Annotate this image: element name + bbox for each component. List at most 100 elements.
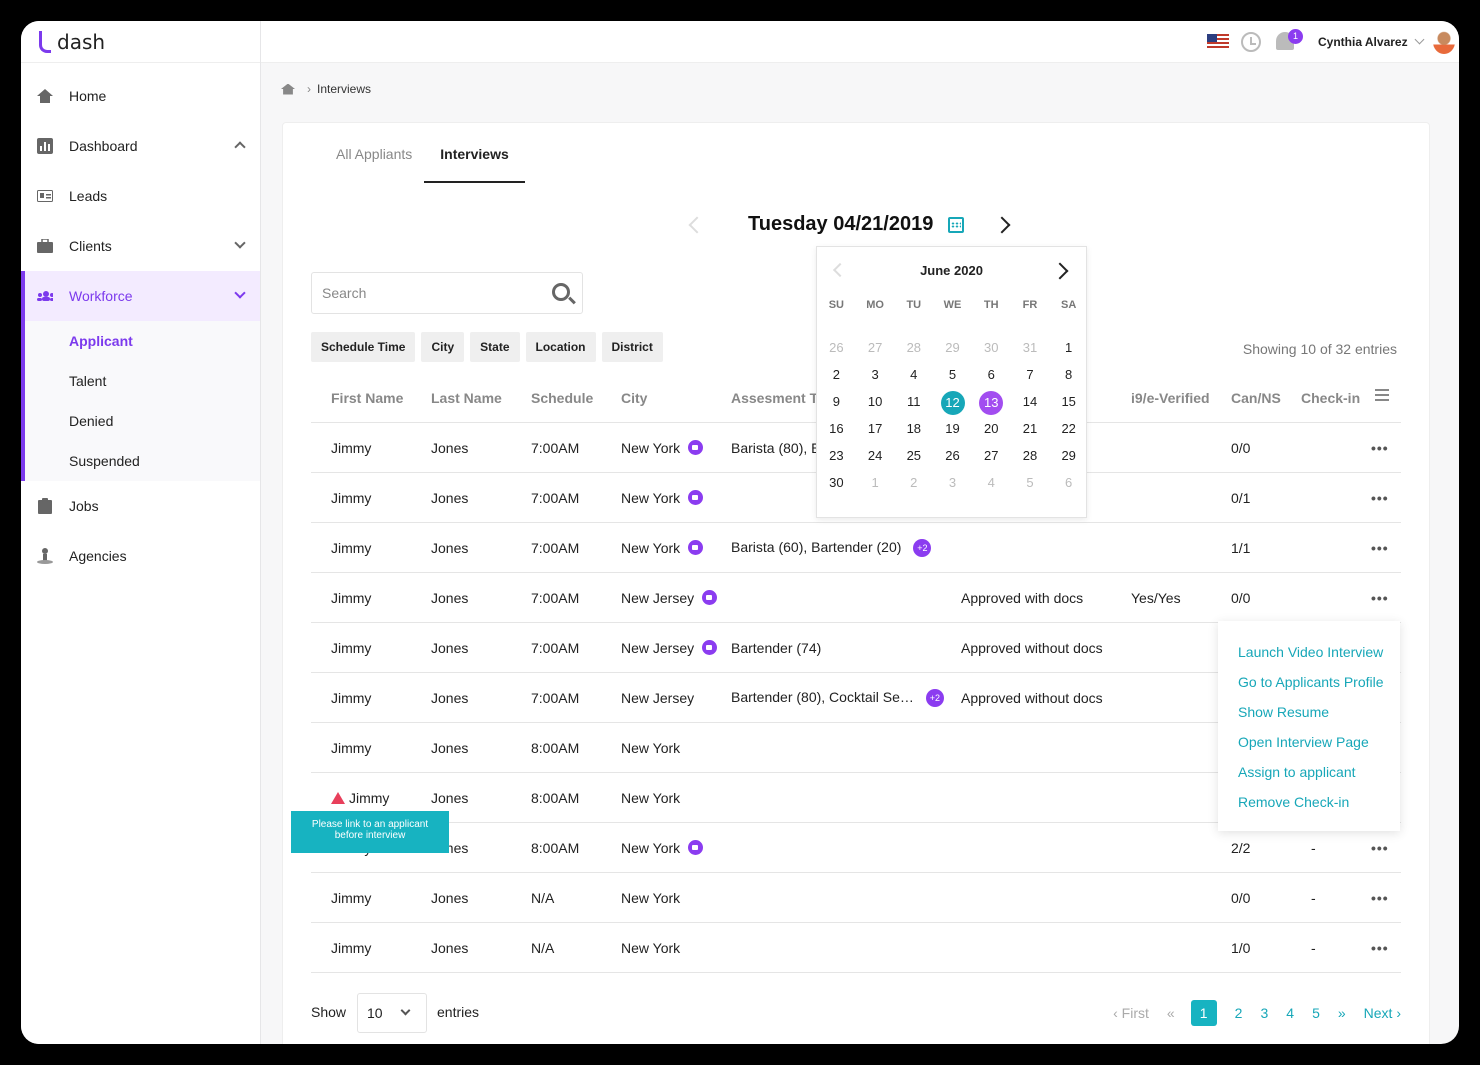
calendar-icon[interactable] bbox=[948, 217, 964, 233]
calendar-day[interactable]: 26 bbox=[817, 337, 856, 364]
calendar-day[interactable]: 25 bbox=[894, 445, 933, 472]
calendar-day[interactable]: 5 bbox=[1011, 472, 1050, 499]
pager-page-4[interactable]: 4 bbox=[1286, 1005, 1294, 1021]
sidebar-subitem-applicant[interactable]: Applicant bbox=[25, 321, 260, 361]
calendar-day[interactable]: 29 bbox=[933, 337, 972, 364]
calendar-day[interactable]: 19 bbox=[933, 418, 972, 445]
calendar-day[interactable]: 2 bbox=[894, 472, 933, 499]
calendar-day[interactable]: 4 bbox=[894, 364, 933, 391]
calendar-day[interactable]: 30 bbox=[817, 472, 856, 499]
calendar-day[interactable]: 1 bbox=[856, 472, 895, 499]
row-more-icon[interactable]: ••• bbox=[1371, 590, 1389, 606]
filter-schedule-time[interactable]: Schedule Time bbox=[311, 332, 416, 362]
pager-first[interactable]: ‹ First bbox=[1113, 1005, 1149, 1021]
sidebar-item-workforce[interactable]: Workforce bbox=[21, 271, 260, 321]
video-icon[interactable] bbox=[688, 839, 704, 855]
avatar[interactable] bbox=[1433, 30, 1455, 54]
calendar-day[interactable]: 6 bbox=[1049, 472, 1088, 499]
tab-all-applicants[interactable]: All Appliants bbox=[324, 145, 424, 183]
chevron-left-icon[interactable] bbox=[688, 216, 706, 234]
row-more-icon[interactable]: ••• bbox=[1371, 490, 1389, 506]
video-icon[interactable] bbox=[702, 589, 718, 605]
column-settings-icon[interactable] bbox=[1375, 389, 1389, 401]
col-check-in[interactable]: Check-in bbox=[1301, 390, 1360, 406]
us-flag-icon[interactable] bbox=[1207, 34, 1229, 49]
calendar-day[interactable]: 29 bbox=[1049, 445, 1088, 472]
video-icon[interactable] bbox=[688, 439, 704, 455]
calendar-day[interactable]: 15 bbox=[1049, 391, 1088, 418]
calendar-day[interactable]: 3 bbox=[856, 364, 895, 391]
chevron-down-icon[interactable] bbox=[1414, 34, 1425, 45]
menu-open-interview-page[interactable]: Open Interview Page bbox=[1218, 727, 1400, 757]
video-icon[interactable] bbox=[688, 539, 704, 555]
sidebar-subitem-talent[interactable]: Talent bbox=[25, 361, 260, 401]
col-verified[interactable]: i9/e-Verified bbox=[1131, 390, 1210, 406]
search-icon[interactable] bbox=[552, 283, 570, 301]
menu-assign-to-applicant[interactable]: Assign to applicant bbox=[1218, 757, 1400, 787]
calendar-day[interactable]: 28 bbox=[894, 337, 933, 364]
calendar-day[interactable]: 12 bbox=[933, 391, 972, 418]
filter-location[interactable]: Location bbox=[525, 332, 596, 362]
pager-page-2[interactable]: 2 bbox=[1235, 1005, 1243, 1021]
calendar-day[interactable]: 10 bbox=[856, 391, 895, 418]
calendar-day[interactable]: 2 bbox=[817, 364, 856, 391]
video-icon[interactable] bbox=[702, 639, 718, 655]
sidebar-item-leads[interactable]: Leads bbox=[21, 171, 260, 221]
calendar-day[interactable]: 27 bbox=[856, 337, 895, 364]
sidebar-item-dashboard[interactable]: Dashboard bbox=[21, 121, 260, 171]
calendar-day[interactable]: 3 bbox=[933, 472, 972, 499]
logo[interactable]: dash bbox=[21, 21, 260, 63]
filter-district[interactable]: District bbox=[601, 332, 663, 362]
sidebar-item-agencies[interactable]: Agencies bbox=[21, 531, 260, 581]
calendar-day[interactable]: 31 bbox=[1011, 337, 1050, 364]
calendar-day[interactable]: 13 bbox=[972, 391, 1011, 418]
more-badge[interactable]: +2 bbox=[925, 688, 944, 707]
col-can-ns[interactable]: Can/NS bbox=[1231, 390, 1281, 406]
table-row[interactable]: Jimmy Jones 7:00AM New Jersey Approved with … bbox=[311, 573, 1401, 623]
col-first-name[interactable]: First Name bbox=[331, 390, 403, 406]
clock-icon[interactable] bbox=[1241, 32, 1261, 52]
calendar-day[interactable]: 24 bbox=[856, 445, 895, 472]
sidebar-item-home[interactable]: Home bbox=[21, 71, 260, 121]
menu-go-to-applicant-profile[interactable]: Go to Applicants Profile bbox=[1218, 667, 1400, 697]
col-city[interactable]: City bbox=[621, 390, 647, 406]
sidebar-subitem-denied[interactable]: Denied bbox=[25, 401, 260, 441]
calendar-day[interactable]: 26 bbox=[933, 445, 972, 472]
calendar-day[interactable]: 18 bbox=[894, 418, 933, 445]
chevron-right-icon[interactable] bbox=[993, 216, 1011, 234]
calendar-day[interactable]: 8 bbox=[1049, 364, 1088, 391]
calendar-day[interactable]: 1 bbox=[1049, 337, 1088, 364]
calendar-day[interactable]: 21 bbox=[1011, 418, 1050, 445]
calendar-day[interactable]: 7 bbox=[1011, 364, 1050, 391]
calendar-day[interactable]: 14 bbox=[1011, 391, 1050, 418]
calendar-day[interactable]: 28 bbox=[1011, 445, 1050, 472]
user-name[interactable]: Cynthia Alvarez bbox=[1318, 35, 1408, 49]
sidebar-item-clients[interactable]: Clients bbox=[21, 221, 260, 271]
calendar-day[interactable]: 6 bbox=[972, 364, 1011, 391]
calendar-day[interactable]: 27 bbox=[972, 445, 1011, 472]
calendar-day[interactable]: 16 bbox=[817, 418, 856, 445]
table-row[interactable]: Jimmy Jones N/A New York 1/0 - ••• bbox=[311, 923, 1401, 973]
menu-launch-video-interview[interactable]: Launch Video Interview bbox=[1218, 637, 1400, 667]
more-badge[interactable]: +2 bbox=[913, 538, 932, 557]
col-last-name[interactable]: Last Name bbox=[431, 390, 502, 406]
table-row[interactable]: Jimmy Jones N/A New York 0/0 - ••• bbox=[311, 873, 1401, 923]
tab-interviews[interactable]: Interviews bbox=[424, 145, 525, 183]
menu-remove-check-in[interactable]: Remove Check-in bbox=[1218, 787, 1400, 817]
table-row[interactable]: Jimmy Jones 7:00AM New York Barista (60), Ba… bbox=[311, 523, 1401, 573]
calendar-day[interactable]: 9 bbox=[817, 391, 856, 418]
calendar-day[interactable]: 23 bbox=[817, 445, 856, 472]
pager-prev[interactable]: « bbox=[1167, 1005, 1175, 1021]
sidebar-item-jobs[interactable]: Jobs bbox=[21, 481, 260, 531]
row-more-icon[interactable]: ••• bbox=[1371, 540, 1389, 556]
col-assessment[interactable]: Assesment T bbox=[731, 390, 818, 406]
col-schedule[interactable]: Schedule bbox=[531, 390, 593, 406]
calendar-day[interactable]: 17 bbox=[856, 418, 895, 445]
sidebar-subitem-suspended[interactable]: Suspended bbox=[25, 441, 260, 481]
calendar-day[interactable]: 20 bbox=[972, 418, 1011, 445]
calendar-day[interactable]: 22 bbox=[1049, 418, 1088, 445]
calendar-day[interactable]: 11 bbox=[894, 391, 933, 418]
home-icon[interactable] bbox=[281, 83, 295, 95]
calendar-day[interactable]: 30 bbox=[972, 337, 1011, 364]
menu-show-resume[interactable]: Show Resume bbox=[1218, 697, 1400, 727]
